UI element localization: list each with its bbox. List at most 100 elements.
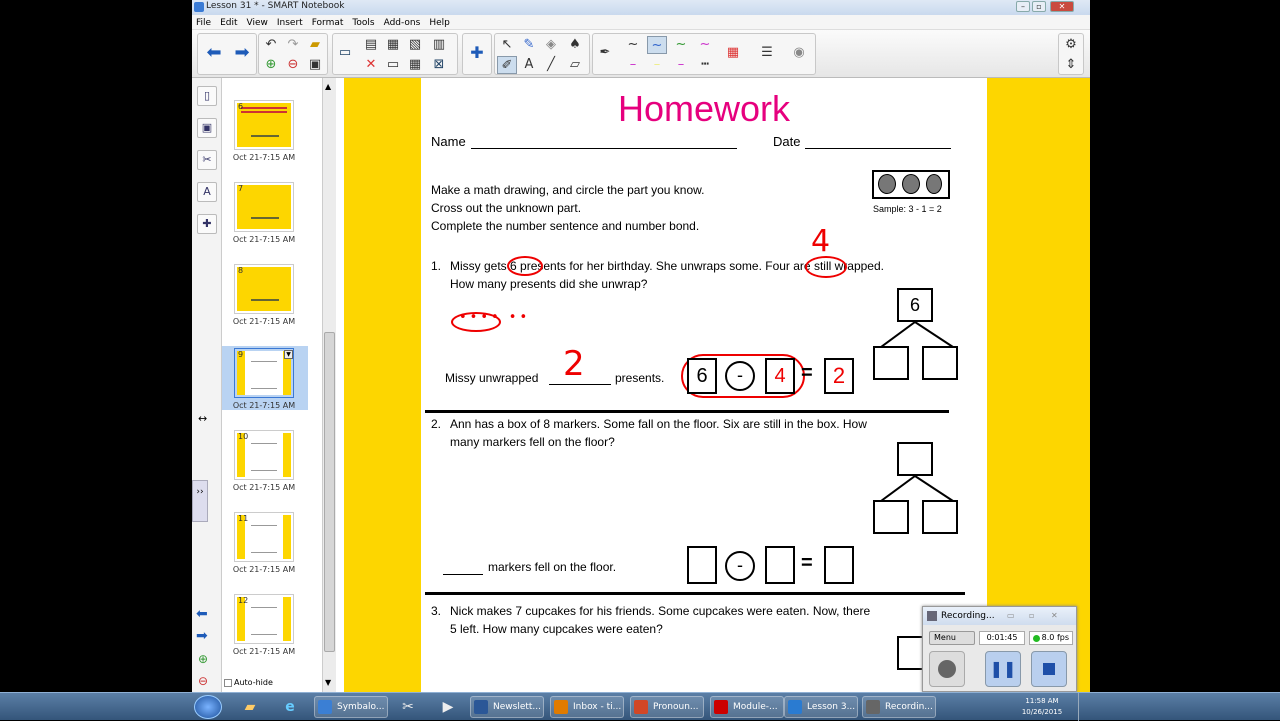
pause-button[interactable]: ❚❚ bbox=[985, 651, 1021, 687]
delete-icon[interactable]: ✕ bbox=[361, 56, 381, 74]
page-thumbnail[interactable]: 10 bbox=[234, 430, 294, 480]
pen-icon[interactable]: ✒ bbox=[595, 44, 615, 62]
fill-icon[interactable]: ♠ bbox=[565, 36, 585, 54]
addons-tab-icon[interactable]: ✚ bbox=[197, 214, 217, 234]
start-button[interactable] bbox=[194, 695, 222, 719]
pen-style-dotted-icon[interactable]: ┅ bbox=[695, 56, 715, 74]
undo-icon[interactable]: ↶ bbox=[261, 36, 281, 54]
menu-addons[interactable]: Add-ons bbox=[380, 16, 426, 28]
attachments-tab-icon[interactable]: ✂ bbox=[197, 150, 217, 170]
file-explorer-icon[interactable]: ▰ bbox=[238, 696, 262, 718]
recorder-close[interactable]: ✕ bbox=[1051, 611, 1058, 620]
text-tool-icon[interactable]: A bbox=[519, 56, 539, 74]
bond1-part-b[interactable] bbox=[922, 346, 958, 380]
properties-tab-icon[interactable]: A bbox=[197, 182, 217, 202]
redo-icon[interactable]: ↷ bbox=[283, 36, 303, 54]
puzzle-piece-icon[interactable]: ✚ bbox=[467, 44, 487, 62]
line-width-icon[interactable]: ☰ bbox=[757, 44, 777, 62]
menu-tools[interactable]: Tools bbox=[348, 16, 379, 28]
screen-capture-icon[interactable]: ▧ bbox=[405, 36, 425, 54]
eq2-box-a[interactable] bbox=[687, 546, 717, 584]
transparency-icon[interactable]: ◉ bbox=[789, 44, 809, 62]
page-thumbnail[interactable]: 6 bbox=[234, 100, 294, 150]
gear-icon[interactable]: ⚙ bbox=[1061, 36, 1081, 54]
maximize-button[interactable]: ▫ bbox=[1032, 1, 1046, 12]
scrollbar-thumb[interactable] bbox=[324, 332, 335, 652]
eq2-result[interactable] bbox=[824, 546, 854, 584]
menu-edit[interactable]: Edit bbox=[216, 16, 242, 28]
highlighter-icon[interactable]: – bbox=[647, 56, 667, 74]
problem-2-answer-line[interactable] bbox=[443, 574, 483, 575]
line-tool-icon[interactable]: ╱ bbox=[541, 56, 561, 74]
whiteboard-canvas[interactable]: Homework Name Date Make a math drawing, … bbox=[336, 78, 1090, 692]
eraser-icon[interactable]: ▱ bbox=[565, 56, 585, 74]
menu-insert[interactable]: Insert bbox=[273, 16, 308, 28]
select-arrow-icon[interactable]: ↖ bbox=[497, 36, 517, 54]
remove-icon[interactable]: ⊖ bbox=[198, 674, 208, 688]
bond1-part-a[interactable] bbox=[873, 346, 909, 380]
menu-view[interactable]: View bbox=[243, 16, 273, 28]
add-icon[interactable]: ⊕ bbox=[198, 652, 208, 666]
date-line[interactable] bbox=[805, 148, 951, 149]
color-palette-icon[interactable]: ▦ bbox=[723, 44, 743, 62]
save-icon[interactable]: ▣ bbox=[305, 56, 325, 74]
previous-page-icon[interactable]: ⬅ bbox=[204, 44, 224, 62]
taskbar-item[interactable]: Newslett... bbox=[470, 696, 544, 718]
taskbar-item[interactable]: Recordin... bbox=[862, 696, 936, 718]
pens-icon[interactable]: ✐ bbox=[497, 56, 517, 74]
table-icon[interactable]: ▦ bbox=[405, 56, 425, 74]
scroll-down-icon[interactable]: ▼ bbox=[325, 678, 331, 687]
recorder-restore[interactable]: ▫ bbox=[1029, 611, 1034, 620]
bond2-whole[interactable] bbox=[897, 442, 933, 476]
doc-camera-icon[interactable]: ▥ bbox=[429, 36, 449, 54]
bond2-part-a[interactable] bbox=[873, 500, 909, 534]
pen-style-purple-icon[interactable]: ~ bbox=[695, 36, 715, 54]
add-page-icon[interactable]: ⊕ bbox=[261, 56, 281, 74]
pen-style-black-icon[interactable]: ~ bbox=[623, 36, 643, 54]
move-toolbar-icon[interactable]: ⇕ bbox=[1061, 56, 1081, 74]
page-thumbnail[interactable]: 8 bbox=[234, 264, 294, 314]
paste-icon[interactable]: ▤ bbox=[361, 36, 381, 54]
delete-page-icon[interactable]: ⊖ bbox=[283, 56, 303, 74]
page-sorter-tab-icon[interactable]: ▯ bbox=[197, 86, 217, 106]
page-menu-dropdown-icon[interactable]: ▼ bbox=[284, 350, 293, 359]
move-right-icon[interactable]: ➡ bbox=[196, 628, 208, 644]
scroll-up-icon[interactable]: ▲ bbox=[325, 82, 331, 91]
open-file-icon[interactable]: ▰ bbox=[305, 36, 325, 54]
problem-1-answer-line[interactable] bbox=[549, 384, 611, 385]
recorder-menu[interactable]: Menu bbox=[929, 631, 975, 645]
sorter-scrollbar[interactable]: ▲ ▼ bbox=[322, 78, 336, 692]
page-thumbnail[interactable]: 11 bbox=[234, 512, 294, 562]
pen-style-green-icon[interactable]: ~ bbox=[671, 36, 691, 54]
menu-help[interactable]: Help bbox=[425, 16, 455, 28]
expand-panel-icon[interactable]: ›› bbox=[192, 480, 208, 522]
bond2-part-b[interactable] bbox=[922, 500, 958, 534]
menu-format[interactable]: Format bbox=[308, 16, 349, 28]
recorder-minimize[interactable]: ▭ bbox=[1007, 611, 1015, 620]
clock[interactable]: 11:58 AM 10/26/2015 bbox=[1010, 696, 1074, 718]
eq2-box-b[interactable] bbox=[765, 546, 795, 584]
close-x-icon[interactable]: ⊠ bbox=[429, 56, 449, 74]
eraser-tool-icon[interactable]: ◈ bbox=[541, 36, 561, 54]
taskbar-item[interactable]: Inbox - ti... bbox=[550, 696, 624, 718]
internet-explorer-icon[interactable]: e bbox=[278, 696, 302, 718]
close-button[interactable]: ✕ bbox=[1050, 1, 1074, 12]
taskbar-item[interactable]: Symbalo... bbox=[314, 696, 388, 718]
move-left-icon[interactable]: ⬅ bbox=[196, 606, 208, 622]
taskbar-item[interactable]: Pronoun... bbox=[630, 696, 704, 718]
taskbar-item[interactable]: Module-... bbox=[710, 696, 784, 718]
display-screen-icon[interactable]: ▭ bbox=[335, 44, 355, 62]
pen-style-dash-icon[interactable]: – bbox=[671, 56, 691, 74]
autohide-checkbox[interactable] bbox=[224, 679, 232, 687]
page-thumbnail[interactable]: 12 bbox=[234, 594, 294, 644]
page-thumbnail[interactable]: 7 bbox=[234, 182, 294, 232]
pen-style-magenta-icon[interactable]: – bbox=[623, 56, 643, 74]
screen-shade-icon[interactable]: ▦ bbox=[383, 36, 403, 54]
snipping-tool-icon[interactable]: ✂ bbox=[396, 696, 420, 718]
name-line[interactable] bbox=[471, 148, 737, 149]
gallery-tab-icon[interactable]: ▣ bbox=[197, 118, 217, 138]
full-screen-icon[interactable]: ▭ bbox=[383, 56, 403, 74]
pen-style-blue-icon[interactable]: ~ bbox=[647, 36, 667, 54]
resize-arrows-icon[interactable]: ↔ bbox=[198, 412, 207, 425]
show-desktop-button[interactable] bbox=[1078, 693, 1088, 721]
